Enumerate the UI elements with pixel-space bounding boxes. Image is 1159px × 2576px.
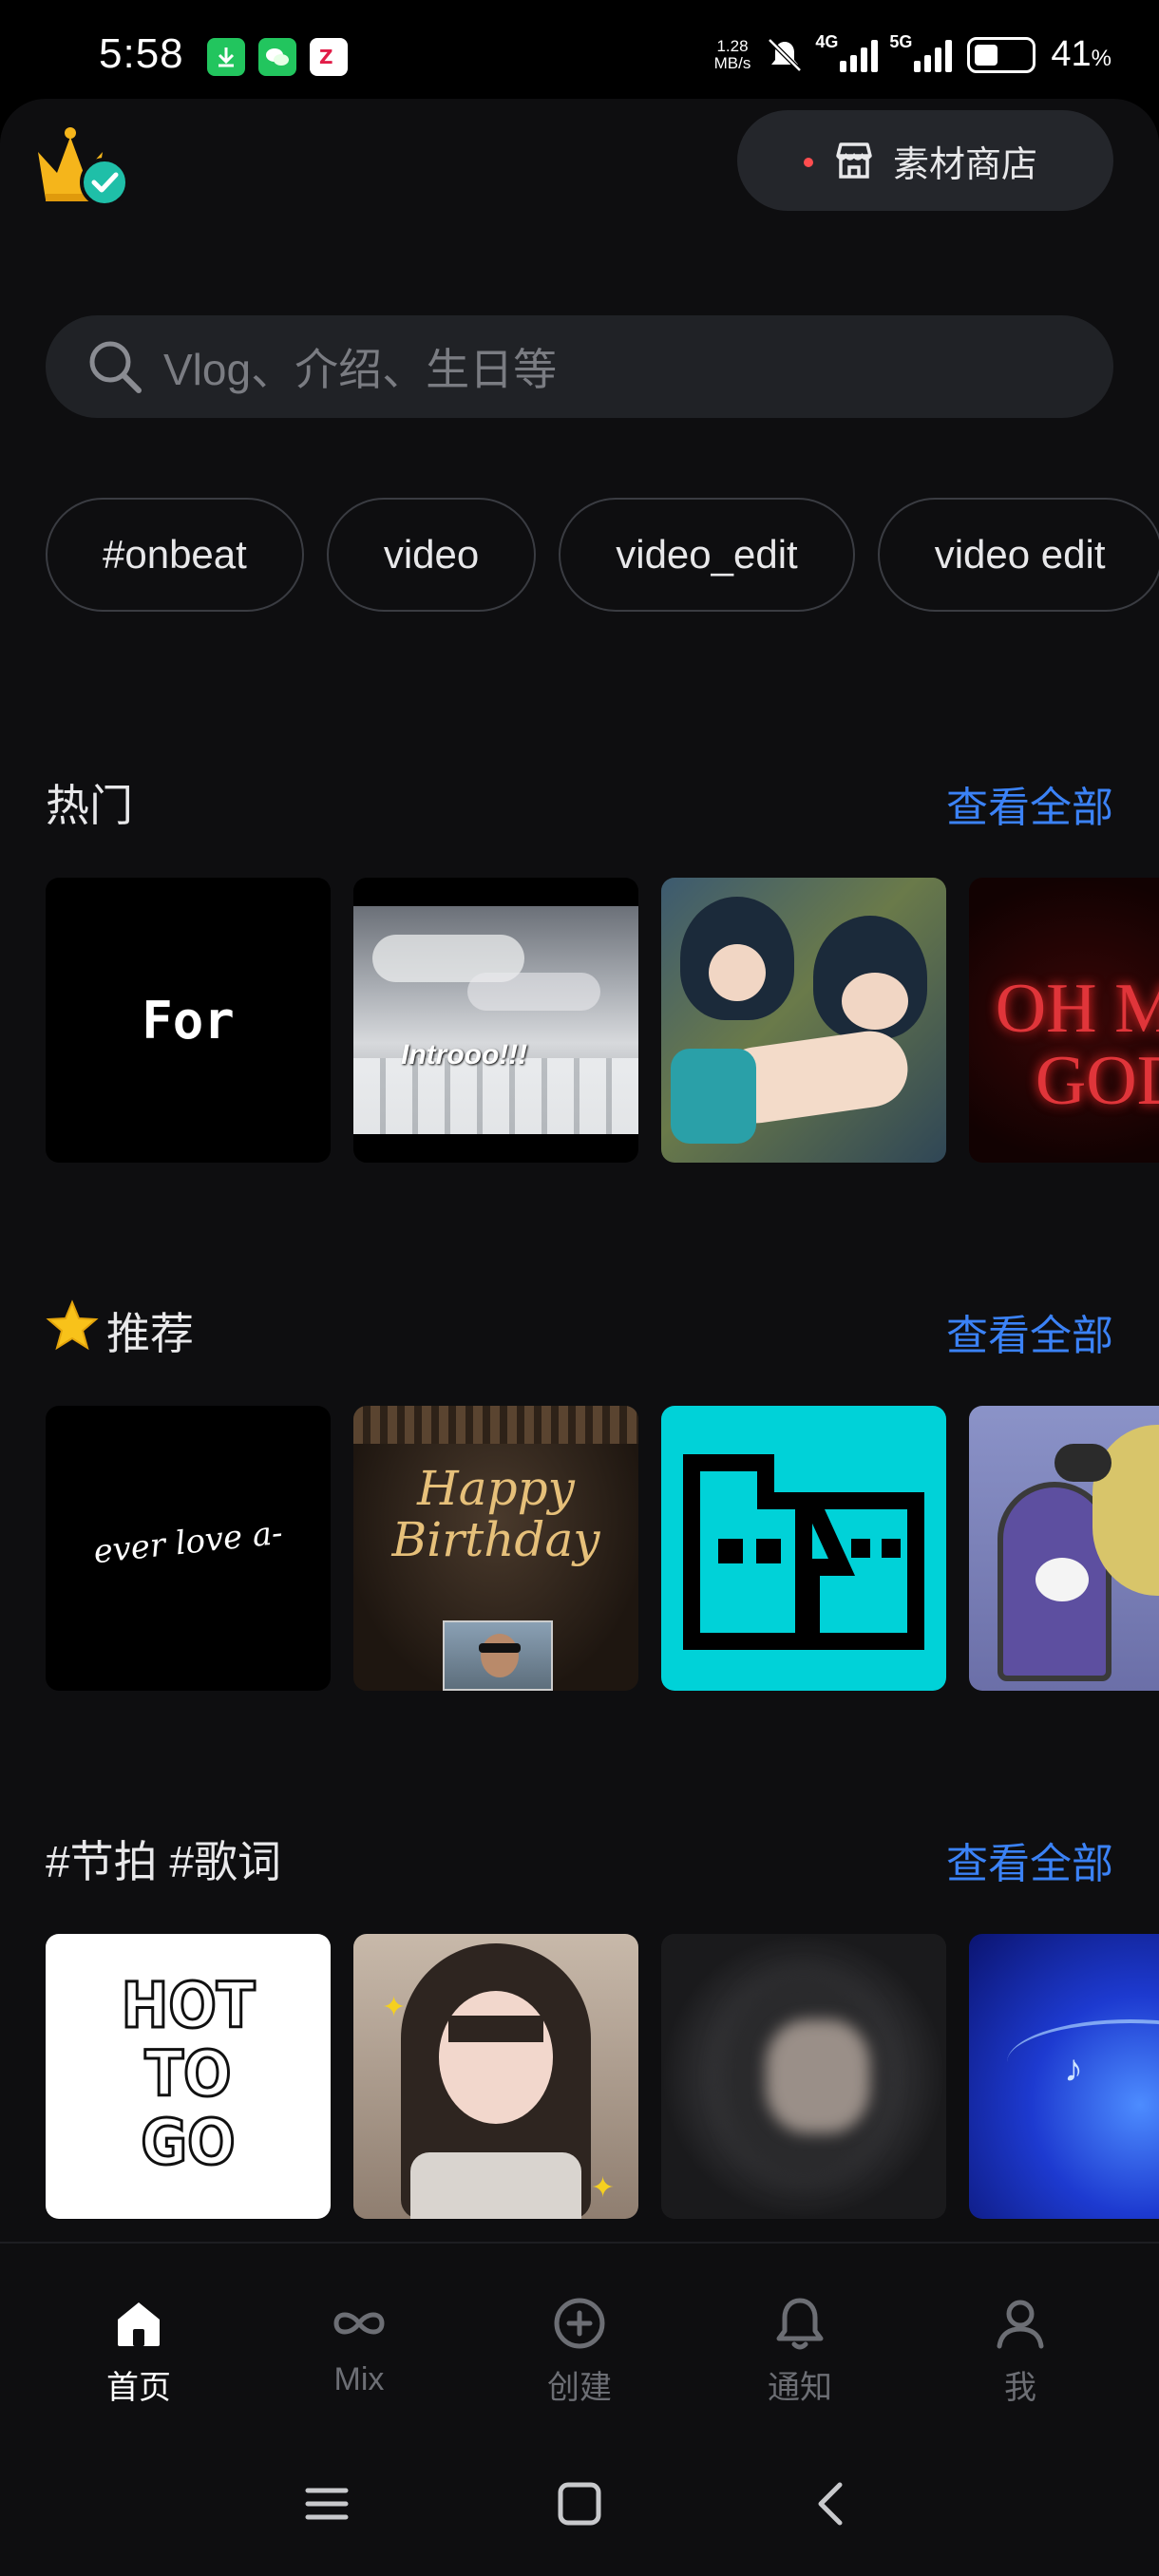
see-all-recommended[interactable]: 查看全部 bbox=[946, 1301, 1113, 1362]
tag-chip-row: #onbeat video video_edit video edit bbox=[46, 498, 1159, 612]
beat-lyrics-templates-row: HOT TO GO ✦ ✦ ♪ bbox=[46, 1934, 1159, 2219]
template-thumb[interactable]: OH MY GOD bbox=[969, 878, 1159, 1163]
store-icon bbox=[836, 142, 872, 179]
template-text: HOT TO GO bbox=[120, 1969, 256, 2179]
nav-notify-label: 通知 bbox=[768, 2370, 832, 2406]
template-thumb[interactable] bbox=[969, 1406, 1159, 1691]
app-icon: Z bbox=[310, 38, 348, 76]
pro-crown-icon[interactable] bbox=[32, 120, 131, 215]
signal-5g-icon: 5G bbox=[889, 32, 953, 72]
recommended-templates-row: ever love a- Happy Birthday bbox=[46, 1406, 1159, 1691]
battery-icon bbox=[967, 36, 1036, 73]
nav-me-label: 我 bbox=[1004, 2370, 1036, 2406]
status-bar: 5:58 Z 1.28 MB/s 4G 5G 41% bbox=[0, 0, 1159, 104]
sparkle-icon: ✦ bbox=[591, 2172, 616, 2204]
template-text: Introoo!!! bbox=[401, 1039, 528, 1070]
create-plus-icon bbox=[554, 2298, 605, 2349]
download-icon bbox=[207, 38, 245, 76]
wechat-icon bbox=[258, 38, 296, 76]
user-icon bbox=[997, 2300, 1044, 2349]
template-text: For bbox=[142, 990, 235, 1051]
chip-video-edit[interactable]: video_edit bbox=[559, 498, 855, 612]
svg-text:Z: Z bbox=[319, 46, 333, 68]
section-title-beat-lyrics: #节拍 #歌词 bbox=[46, 1837, 281, 1886]
template-thumb[interactable] bbox=[661, 878, 946, 1163]
system-nav-bar bbox=[0, 2432, 1159, 2576]
home-panel: 素材商店 Vlog、介绍、生日等 #onbeat video video_edi… bbox=[0, 99, 1159, 2242]
star-icon bbox=[46, 1299, 99, 1351]
nav-me[interactable]: 我 bbox=[944, 2293, 1096, 2408]
section-title-hot: 热门 bbox=[46, 781, 133, 830]
bell-icon bbox=[776, 2298, 824, 2350]
template-thumb[interactable]: ♪ bbox=[969, 1934, 1159, 2219]
section-title-recommended: 推荐 bbox=[106, 1309, 194, 1358]
block-logo-icon bbox=[683, 1454, 924, 1650]
network-speed: 1.28 MB/s bbox=[713, 36, 751, 72]
template-thumb[interactable]: Happy Birthday bbox=[353, 1406, 638, 1691]
hot-templates-row: For Introoo!!! OH MY GOD bbox=[46, 878, 1159, 1163]
signal-4g-icon: 4G bbox=[815, 32, 879, 72]
status-app-icons: Z bbox=[207, 38, 348, 76]
chip-onbeat[interactable]: #onbeat bbox=[46, 498, 304, 612]
battery-percent: 41% bbox=[1051, 34, 1112, 74]
nav-mix[interactable]: Mix bbox=[283, 2293, 435, 2398]
search-icon bbox=[89, 341, 142, 393]
nav-create[interactable]: 创建 bbox=[504, 2293, 656, 2408]
asset-store-button[interactable]: 素材商店 bbox=[737, 110, 1113, 211]
home-square-icon[interactable] bbox=[549, 2473, 610, 2534]
mute-icon bbox=[768, 37, 803, 72]
back-icon[interactable] bbox=[802, 2473, 863, 2534]
search-placeholder: Vlog、介绍、生日等 bbox=[163, 345, 558, 394]
chip-video[interactable]: video bbox=[326, 498, 537, 612]
search-input[interactable]: Vlog、介绍、生日等 bbox=[46, 315, 1113, 418]
see-all-hot[interactable]: 查看全部 bbox=[946, 773, 1113, 834]
infinity-icon bbox=[333, 2312, 385, 2335]
template-text: OH MY GOD bbox=[995, 970, 1159, 1120]
template-thumb[interactable]: HOT TO GO bbox=[46, 1934, 331, 2219]
template-thumb[interactable]: ✦ ✦ bbox=[353, 1934, 638, 2219]
store-notification-dot bbox=[804, 158, 813, 167]
status-time: 5:58 bbox=[99, 30, 184, 77]
sky-image bbox=[353, 906, 638, 1134]
nav-notify[interactable]: 通知 bbox=[724, 2293, 876, 2408]
nav-home-label: 首页 bbox=[106, 2370, 171, 2406]
template-thumb[interactable]: For bbox=[46, 878, 331, 1163]
template-thumb[interactable]: Introoo!!! bbox=[353, 878, 638, 1163]
nav-mix-label: Mix bbox=[333, 2361, 385, 2397]
sparkle-icon: ✦ bbox=[382, 1992, 407, 2023]
menu-icon[interactable] bbox=[296, 2473, 357, 2534]
chip-video-edit-2[interactable]: video edit bbox=[877, 498, 1159, 612]
see-all-beat-lyrics[interactable]: 查看全部 bbox=[946, 1829, 1113, 1890]
face-photo bbox=[443, 1620, 553, 1691]
template-thumb[interactable] bbox=[661, 1934, 946, 2219]
status-indicators: 1.28 MB/s 4G 5G 41% bbox=[713, 32, 1112, 75]
template-thumb[interactable] bbox=[661, 1406, 946, 1691]
store-label: 素材商店 bbox=[893, 144, 1038, 185]
nav-home[interactable]: 首页 bbox=[63, 2293, 215, 2408]
template-text: Happy Birthday bbox=[391, 1461, 600, 1567]
template-text: ever love a- bbox=[91, 1513, 285, 1572]
nav-create-label: 创建 bbox=[547, 2370, 612, 2406]
music-note-icon: ♪ bbox=[1064, 2048, 1083, 2090]
bottom-nav: 首页 Mix 创建 通知 我 bbox=[0, 2242, 1159, 2432]
home-icon bbox=[118, 2302, 160, 2346]
template-thumb[interactable]: ever love a- bbox=[46, 1406, 331, 1691]
